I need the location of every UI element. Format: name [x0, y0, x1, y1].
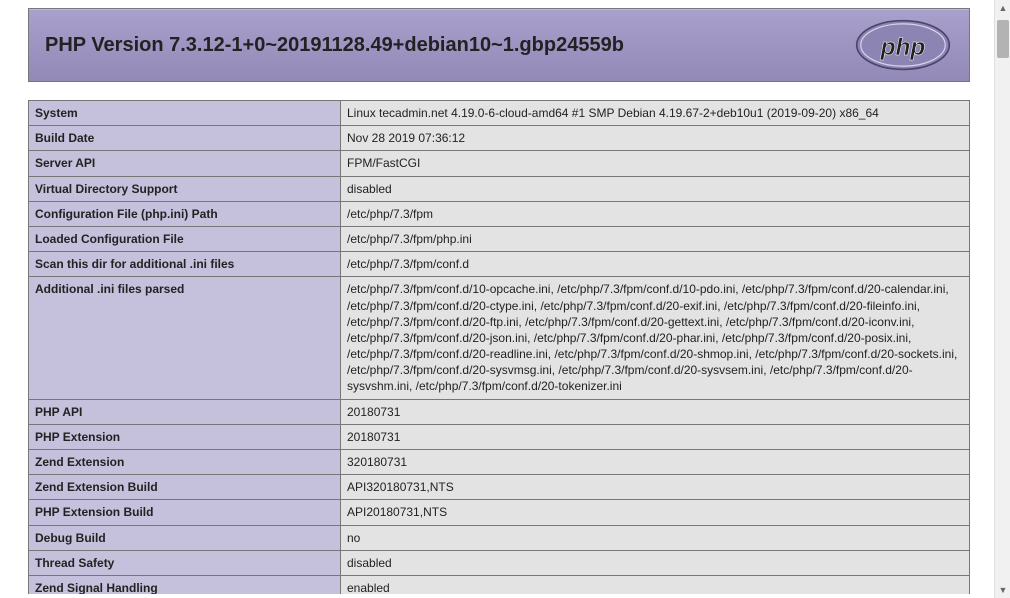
row-value: 20180731: [341, 424, 970, 449]
table-row: Zend Extension320180731: [29, 450, 970, 475]
row-value: 320180731: [341, 450, 970, 475]
table-row: Additional .ini files parsed/etc/php/7.3…: [29, 277, 970, 399]
row-label: PHP Extension: [29, 424, 341, 449]
row-label: Zend Extension Build: [29, 475, 341, 500]
table-row: Server APIFPM/FastCGI: [29, 151, 970, 176]
row-value: /etc/php/7.3/fpm/php.ini: [341, 226, 970, 251]
row-label: Zend Extension: [29, 450, 341, 475]
table-row: Loaded Configuration File/etc/php/7.3/fp…: [29, 226, 970, 251]
scrollbar-thumb[interactable]: [997, 20, 1009, 58]
row-label: Debug Build: [29, 525, 341, 550]
content-scroll-area[interactable]: PHP Version 7.3.12-1+0~20191128.49+debia…: [4, 4, 994, 594]
row-value: /etc/php/7.3/fpm/conf.d: [341, 252, 970, 277]
row-value: Linux tecadmin.net 4.19.0-6-cloud-amd64 …: [341, 101, 970, 126]
row-value: FPM/FastCGI: [341, 151, 970, 176]
row-label: Build Date: [29, 126, 341, 151]
row-label: Zend Signal Handling: [29, 575, 341, 594]
row-label: Server API: [29, 151, 341, 176]
row-value: no: [341, 525, 970, 550]
table-row: Zend Signal Handlingenabled: [29, 575, 970, 594]
row-value: API320180731,NTS: [341, 475, 970, 500]
phpinfo-table-body: SystemLinux tecadmin.net 4.19.0-6-cloud-…: [29, 101, 970, 595]
row-value: disabled: [341, 176, 970, 201]
row-value: disabled: [341, 550, 970, 575]
row-label: Configuration File (php.ini) Path: [29, 201, 341, 226]
page-title: PHP Version 7.3.12-1+0~20191128.49+debia…: [45, 34, 624, 57]
row-label: Loaded Configuration File: [29, 226, 341, 251]
content-wrap: PHP Version 7.3.12-1+0~20191128.49+debia…: [4, 4, 994, 594]
php-logo-icon: php: [853, 19, 953, 71]
table-row: Configuration File (php.ini) Path/etc/ph…: [29, 201, 970, 226]
table-row: Zend Extension BuildAPI320180731,NTS: [29, 475, 970, 500]
row-value: /etc/php/7.3/fpm/conf.d/10-opcache.ini, …: [341, 277, 970, 399]
phpinfo-table: SystemLinux tecadmin.net 4.19.0-6-cloud-…: [28, 100, 970, 594]
row-value: 20180731: [341, 399, 970, 424]
row-label: PHP API: [29, 399, 341, 424]
table-row: SystemLinux tecadmin.net 4.19.0-6-cloud-…: [29, 101, 970, 126]
row-value: enabled: [341, 575, 970, 594]
scroll-down-icon[interactable]: ▼: [995, 582, 1010, 598]
row-label: System: [29, 101, 341, 126]
table-row: Thread Safetydisabled: [29, 550, 970, 575]
table-row: PHP Extension20180731: [29, 424, 970, 449]
row-label: Scan this dir for additional .ini files: [29, 252, 341, 277]
table-row: Virtual Directory Supportdisabled: [29, 176, 970, 201]
row-label: Additional .ini files parsed: [29, 277, 341, 399]
row-label: Virtual Directory Support: [29, 176, 341, 201]
scroll-up-icon[interactable]: ▲: [995, 0, 1010, 16]
table-row: PHP Extension BuildAPI20180731,NTS: [29, 500, 970, 525]
table-row: Build DateNov 28 2019 07:36:12: [29, 126, 970, 151]
row-label: Thread Safety: [29, 550, 341, 575]
phpinfo-header: PHP Version 7.3.12-1+0~20191128.49+debia…: [28, 8, 970, 82]
row-value: API20180731,NTS: [341, 500, 970, 525]
table-row: Scan this dir for additional .ini files/…: [29, 252, 970, 277]
table-row: PHP API20180731: [29, 399, 970, 424]
row-value: Nov 28 2019 07:36:12: [341, 126, 970, 151]
row-label: PHP Extension Build: [29, 500, 341, 525]
table-row: Debug Buildno: [29, 525, 970, 550]
browser-scrollbar[interactable]: ▲ ▼: [994, 0, 1010, 598]
row-value: /etc/php/7.3/fpm: [341, 201, 970, 226]
svg-text:php: php: [880, 34, 926, 61]
